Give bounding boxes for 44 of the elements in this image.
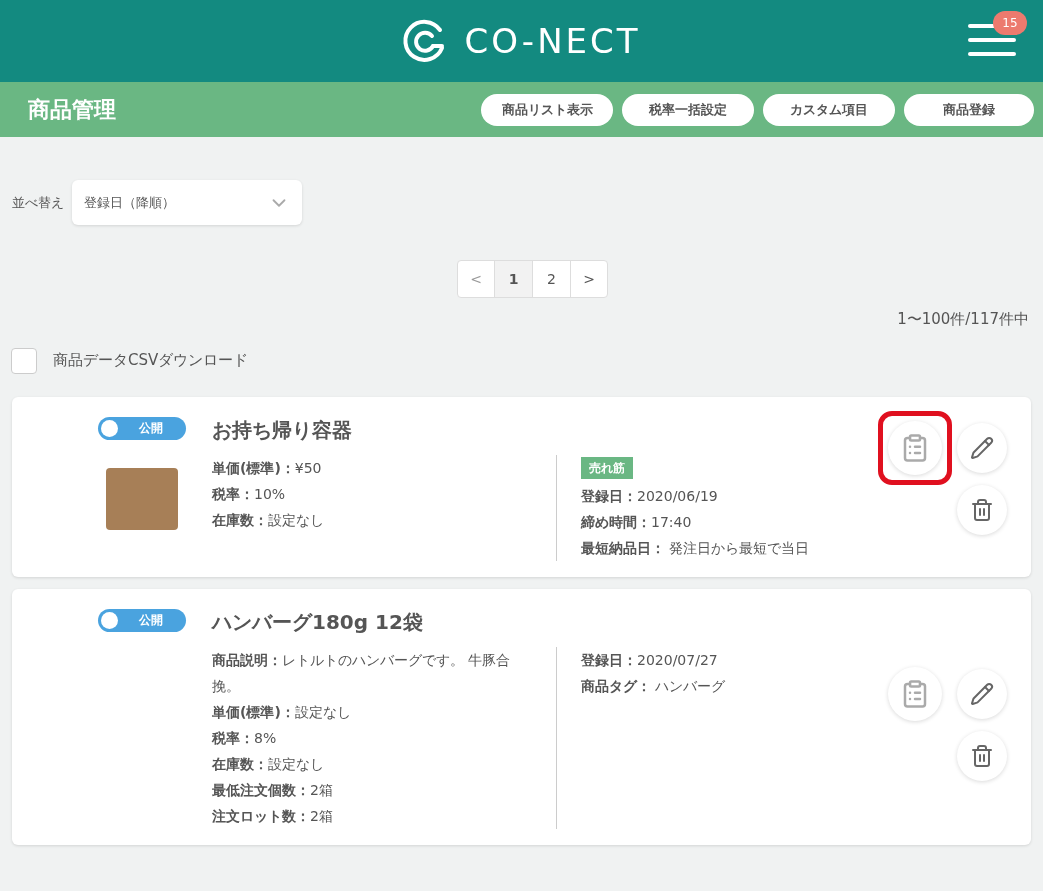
delete-button[interactable] — [956, 484, 1007, 535]
page-button[interactable]: 2 — [533, 261, 571, 297]
pencil-icon — [969, 435, 994, 460]
field-text: 締め時間：17:40 — [581, 512, 693, 532]
field-text: 税率：10% — [212, 484, 287, 504]
sort-dropdown[interactable]: 登録日（降順） — [72, 180, 302, 225]
field-text: 在庫数：設定なし — [212, 754, 325, 774]
field-text: 税率：8% — [212, 728, 278, 748]
product-name: ハンバーグ180g 12袋 — [212, 608, 424, 635]
field-text: 商品タグ： ハンバーグ — [581, 676, 727, 696]
tag-badge: 売れ筋 — [581, 456, 633, 479]
field-text: 最低注文個数：2箱 — [212, 780, 334, 800]
page-button[interactable]: 1 — [495, 261, 533, 297]
toggle-knob — [101, 419, 118, 437]
delete-button[interactable] — [956, 730, 1007, 781]
field-text: 商品説明：レトルトのハンバーグです。 牛豚合挽。 — [212, 650, 512, 696]
header-button[interactable]: カスタム項目 — [763, 93, 895, 126]
status-label: 公開 — [137, 420, 164, 437]
field-text: 注文ロット数：2箱 — [212, 806, 334, 826]
header-button[interactable]: 商品登録 — [904, 93, 1034, 126]
status-label: 公開 — [137, 612, 164, 629]
edit-button[interactable] — [956, 422, 1007, 473]
trash-icon — [969, 743, 994, 768]
notification-badge: 15 — [993, 11, 1027, 35]
page-title: 商品管理 — [28, 96, 117, 124]
pencil-icon — [969, 681, 994, 706]
edit-button[interactable] — [956, 668, 1007, 719]
product-name: お持ち帰り容器 — [212, 416, 353, 443]
field-text: 最短納品日： 発注日から最短で当日 — [581, 538, 811, 558]
field-text: 登録日：2020/07/27 — [581, 650, 719, 670]
field-text: 単価(標準)：¥50 — [212, 458, 323, 478]
csv-checkbox[interactable] — [11, 347, 37, 374]
field-text: 単価(標準)：設定なし — [212, 702, 352, 722]
result-count: 1〜100件/117件中 — [897, 309, 1029, 330]
header-button[interactable]: 税率一括設定 — [622, 93, 754, 126]
next-page-button[interactable]: > — [571, 261, 607, 297]
field-text: 在庫数：設定なし — [212, 510, 325, 530]
header-button[interactable]: 商品リスト表示 — [481, 93, 613, 126]
sort-label: 並べ替え — [12, 193, 64, 212]
trash-icon — [969, 497, 994, 522]
toggle-knob — [101, 611, 118, 629]
field-text: 登録日：2020/06/19 — [581, 486, 719, 506]
logo-text: CO-NECT — [464, 19, 641, 63]
csv-download-label: 商品データCSVダウンロード — [53, 350, 249, 372]
